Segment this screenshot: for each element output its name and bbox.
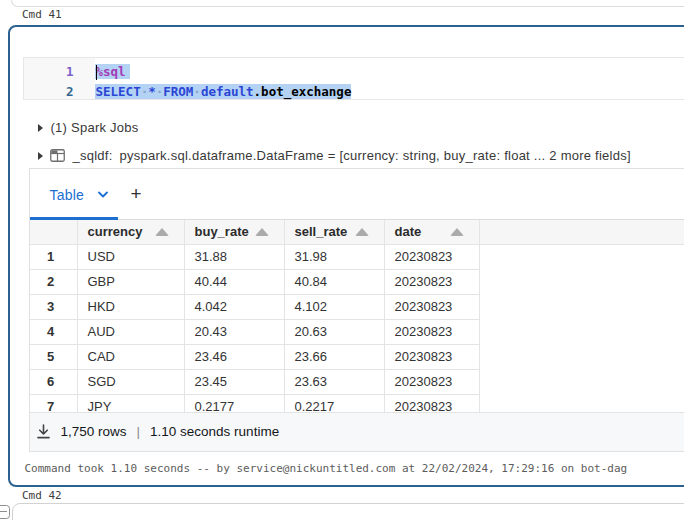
data-cell: 40.44 xyxy=(185,270,285,295)
column-label: date xyxy=(395,224,422,239)
row-number-cell: 2 xyxy=(30,270,78,295)
row-filler xyxy=(480,320,684,345)
footer-separator: | xyxy=(137,424,141,439)
results-footer: 1,750 rows | 1.10 seconds runtime xyxy=(30,412,684,451)
row-number-cell: 3 xyxy=(30,295,78,320)
table-row: 2GBP40.4440.8420230823 xyxy=(30,270,684,295)
column-label: sell_rate xyxy=(295,224,348,239)
row-count: 1,750 rows xyxy=(61,424,127,439)
code-line-2: SELECT·*·FROM·default.bot_exchange xyxy=(95,82,684,102)
data-cell: HKD xyxy=(78,295,185,320)
chevron-down-icon[interactable] xyxy=(97,191,109,199)
data-cell: 23.45 xyxy=(185,370,285,395)
results-table-container: currencybuy_ratesell_ratedate 1USD31.883… xyxy=(30,220,684,414)
data-cell: 4.042 xyxy=(185,295,285,320)
code-token: SELECT xyxy=(96,84,141,99)
code-line-1: %sql xyxy=(95,62,684,82)
table-row: 1USD31.8831.9820230823 xyxy=(30,245,684,270)
table-icon xyxy=(50,149,65,162)
data-cell: 20230823 xyxy=(385,270,480,295)
row-number-header xyxy=(30,220,78,245)
row-number-cell: 5 xyxy=(30,345,78,370)
table-header-row: currency buy_rate sell_rate date xyxy=(30,220,684,245)
sqldf-detail: pyspark.sql.dataframe.DataFrame = [curre… xyxy=(120,148,631,163)
sort-icon[interactable] xyxy=(155,228,169,236)
table-row: 3HKD4.0424.10220230823 xyxy=(30,295,684,320)
results-table: currencybuy_ratesell_ratedate 1USD31.883… xyxy=(30,220,684,414)
data-cell: 20230823 xyxy=(385,345,480,370)
results-panel: Table + currency buy_rate sell_rate date 1U… xyxy=(29,168,684,452)
notebook-cell-next[interactable] xyxy=(12,503,684,520)
text-cursor xyxy=(96,65,98,80)
spark-jobs-label: (1) Spark Jobs xyxy=(51,120,139,135)
line-number-2: 2 xyxy=(24,82,74,102)
data-cell: 4.102 xyxy=(285,295,385,320)
sort-icon[interactable] xyxy=(255,228,269,236)
download-icon[interactable] xyxy=(36,424,51,439)
code-token: default xyxy=(201,84,254,99)
line-number-1: 1 xyxy=(24,62,74,82)
data-cell: AUD xyxy=(78,320,185,345)
tab-table[interactable]: Table xyxy=(50,187,109,203)
data-cell: 31.98 xyxy=(285,245,385,270)
code-token: · xyxy=(193,84,201,99)
code-token: FROM xyxy=(163,84,193,99)
previous-cell-bottom-edge xyxy=(11,0,684,7)
add-visualization-button[interactable]: + xyxy=(128,183,145,205)
data-cell: 40.84 xyxy=(285,270,385,295)
sort-icon[interactable] xyxy=(450,228,464,236)
table-row: 6SGD23.4523.6320230823 xyxy=(30,370,684,395)
table-row: 4AUD20.4320.6320230823 xyxy=(30,320,684,345)
chevron-right-icon[interactable] xyxy=(38,152,43,160)
results-tabbar: Table + xyxy=(30,169,684,220)
notebook-cell-selected[interactable]: 1 2 %sql SELECT·*·FROM·default.bot_excha… xyxy=(8,25,684,487)
header-filler xyxy=(480,220,684,245)
data-cell: USD xyxy=(78,245,185,270)
column-header-currency[interactable]: currency xyxy=(78,220,185,245)
data-cell: 20230823 xyxy=(385,245,480,270)
row-number-cell: 4 xyxy=(30,320,78,345)
row-number-cell: 6 xyxy=(30,370,78,395)
data-cell: 23.63 xyxy=(285,370,385,395)
code-editor[interactable]: 1 2 %sql SELECT·*·FROM·default.bot_excha… xyxy=(23,57,684,100)
row-filler xyxy=(480,270,684,295)
command-status-line: Command took 1.10 seconds -- by service@… xyxy=(25,462,628,475)
row-filler xyxy=(480,295,684,320)
cmd-42-label: Cmd 42 xyxy=(22,489,62,502)
column-header-sell_rate[interactable]: sell_rate xyxy=(285,220,385,245)
column-header-date[interactable]: date xyxy=(385,220,480,245)
data-cell: 20230823 xyxy=(385,370,480,395)
cmd-41-label: Cmd 41 xyxy=(22,8,62,21)
spark-jobs-toggle[interactable]: (1) Spark Jobs xyxy=(38,121,139,135)
collapse-cell-icon[interactable] xyxy=(0,505,10,519)
column-label: buy_rate xyxy=(195,224,249,239)
sqldf-dataframe-toggle[interactable]: _sqldf: pyspark.sql.dataframe.DataFrame … xyxy=(38,149,631,163)
row-filler xyxy=(480,370,684,395)
column-header-buy_rate[interactable]: buy_rate xyxy=(185,220,285,245)
data-cell: 20230823 xyxy=(385,320,480,345)
sqldf-label: _sqldf: xyxy=(73,148,113,163)
data-cell: 20.43 xyxy=(185,320,285,345)
data-cell: GBP xyxy=(78,270,185,295)
sort-icon[interactable] xyxy=(355,228,369,236)
data-cell: 20.63 xyxy=(285,320,385,345)
row-filler xyxy=(480,345,684,370)
chevron-right-icon[interactable] xyxy=(38,124,43,132)
runtime: 1.10 seconds runtime xyxy=(150,424,279,439)
column-label: currency xyxy=(88,224,143,239)
row-filler xyxy=(480,245,684,270)
data-cell: SGD xyxy=(78,370,185,395)
data-cell: 23.66 xyxy=(285,345,385,370)
data-cell: 20230823 xyxy=(385,295,480,320)
data-cell: 23.46 xyxy=(185,345,285,370)
data-cell: 31.88 xyxy=(185,245,285,270)
code-token: .bot_exchange xyxy=(254,84,352,99)
tab-table-label: Table xyxy=(50,187,84,203)
data-cell: CAD xyxy=(78,345,185,370)
code-token: * xyxy=(148,84,156,99)
row-number-cell: 1 xyxy=(30,245,78,270)
table-row: 5CAD23.4623.6620230823 xyxy=(30,345,684,370)
code-token: %sql xyxy=(96,64,126,79)
notebook-page: Cmd 41 1 2 %sql SELECT·*·FROM·default.bo… xyxy=(0,0,684,520)
